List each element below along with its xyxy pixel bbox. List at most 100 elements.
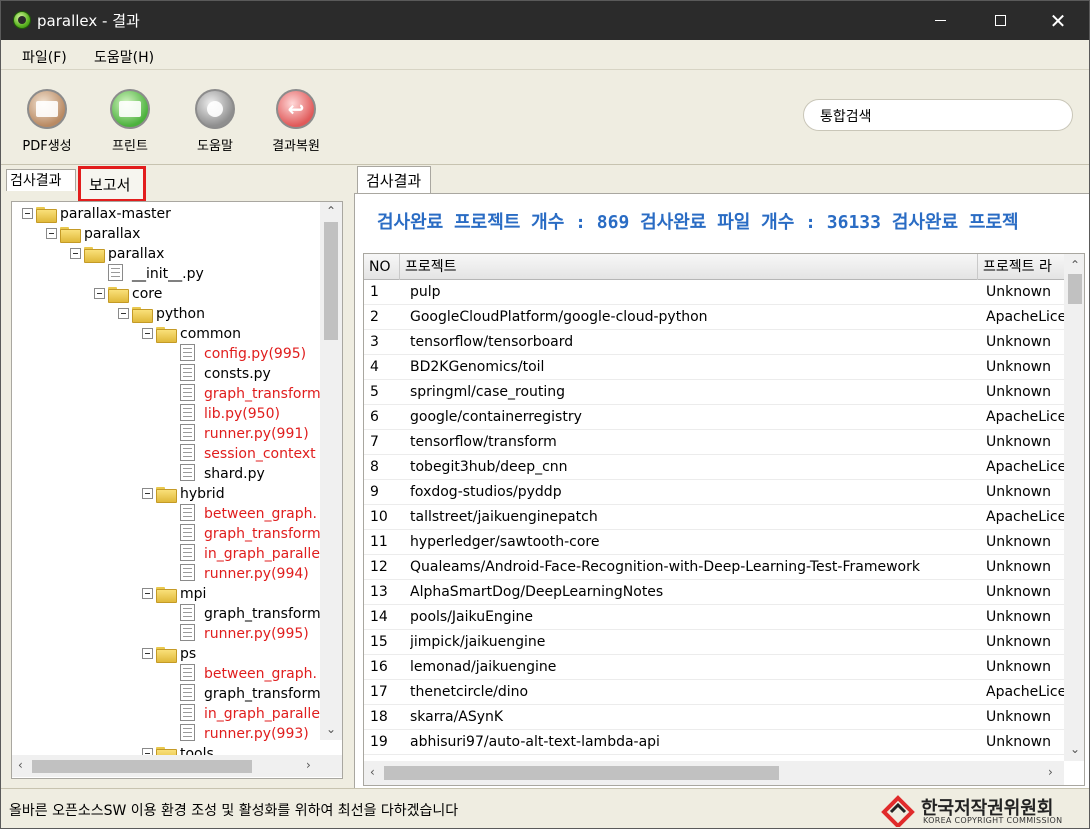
tree-file-node[interactable]: lib.py(950) <box>166 404 280 424</box>
table-row[interactable]: 14 pools/JaikuEngine Unknown <box>364 605 1064 630</box>
collapse-icon[interactable] <box>22 208 33 219</box>
tree-node-label: core <box>132 286 163 302</box>
tree-file-node[interactable]: between_graph. <box>166 504 317 524</box>
close-button[interactable]: ✕ <box>1035 1 1081 40</box>
table-row[interactable]: 2 GoogleCloudPlatform/google-cloud-python… <box>364 305 1064 330</box>
scroll-down-icon[interactable]: ⌄ <box>1070 742 1080 756</box>
scroll-right-icon[interactable]: › <box>1048 765 1053 779</box>
tree-vertical-thumb[interactable] <box>324 222 338 340</box>
tree-folder-node[interactable]: core <box>94 284 162 304</box>
collapse-icon[interactable] <box>142 588 153 599</box>
tree-file-node[interactable]: in_graph_paralle <box>166 704 320 724</box>
tree-vertical-scrollbar[interactable]: ⌃ ⌄ <box>320 202 342 740</box>
tree-file-node[interactable]: graph_transform <box>166 384 321 404</box>
table-vertical-thumb[interactable] <box>1068 274 1082 304</box>
collapse-icon[interactable] <box>142 328 153 339</box>
minimize-button[interactable] <box>917 1 963 40</box>
header-project[interactable]: 프로젝트 <box>400 254 978 280</box>
menu-help[interactable]: 도움말(H) <box>94 47 154 67</box>
table-horizontal-thumb[interactable] <box>384 766 779 780</box>
right-pane: 검사결과 검사완료 프로젝트 개수 : 869 검사완료 파일 개수 : 361… <box>351 166 1089 788</box>
table-row[interactable]: 10 tallstreet/jaikuenginepatch ApacheLicen… <box>364 505 1064 530</box>
table-row[interactable]: 15 jimpick/jaikuengine Unknown <box>364 630 1064 655</box>
table-vertical-scrollbar[interactable]: ⌃ ⌄ <box>1064 254 1084 761</box>
table-row[interactable]: 19 abhisuri97/auto-alt-text-lambda-api Unk… <box>364 730 1064 755</box>
collapse-icon[interactable] <box>142 488 153 499</box>
tree-file-node[interactable]: runner.py(994) <box>166 564 309 584</box>
tree-folder-node[interactable]: parallax <box>46 224 140 244</box>
folder-icon <box>60 225 81 243</box>
collapse-icon[interactable] <box>142 648 153 659</box>
tab-results[interactable]: 검사결과 <box>6 169 76 191</box>
row-project: tallstreet/jaikuenginepatch <box>410 509 598 525</box>
restore-button[interactable]: ↩ 결과복원 <box>256 89 336 155</box>
help-button[interactable]: 도움말 <box>175 89 255 155</box>
table-row[interactable]: 17 thenetcircle/dino ApacheLicense <box>364 680 1064 705</box>
scroll-up-icon[interactable]: ⌃ <box>326 204 336 218</box>
scroll-left-icon[interactable]: ‹ <box>18 758 23 772</box>
row-project: pulp <box>410 284 441 300</box>
file-icon <box>180 724 195 741</box>
table-row[interactable]: 8 tobegit3hub/deep_cnn ApacheLicense <box>364 455 1064 480</box>
tree-node-label: graph_transform <box>204 526 321 542</box>
folder-icon <box>132 305 153 323</box>
tree-horizontal-thumb[interactable] <box>32 760 252 773</box>
row-license: Unknown <box>986 709 1051 725</box>
table-row[interactable]: 18 skarra/ASynK Unknown <box>364 705 1064 730</box>
row-license: Unknown <box>986 334 1051 350</box>
tree-file-node[interactable]: graph_transform <box>166 524 321 544</box>
table-row[interactable]: 9 foxdog-studios/pyddp Unknown <box>364 480 1064 505</box>
print-button[interactable]: 프린트 <box>90 89 170 155</box>
menu-file[interactable]: 파일(F) <box>22 47 67 67</box>
row-project: skarra/ASynK <box>410 709 504 725</box>
collapse-icon[interactable] <box>46 228 57 239</box>
table-row[interactable]: 1 pulp Unknown <box>364 280 1064 305</box>
collapse-icon[interactable] <box>70 248 81 259</box>
tree-file-node[interactable]: consts.py <box>166 364 271 384</box>
table-row[interactable]: 13 AlphaSmartDog/DeepLearningNotes Unknown <box>364 580 1064 605</box>
tree-file-node[interactable]: in_graph_paralle <box>166 544 320 564</box>
table-row[interactable]: 6 google/containerregistry ApacheLicense <box>364 405 1064 430</box>
tree-file-node[interactable]: session_context <box>166 444 316 464</box>
table-row[interactable]: 16 lemonad/jaikuengine Unknown <box>364 655 1064 680</box>
scroll-right-icon[interactable]: › <box>306 758 311 772</box>
tree-file-node[interactable]: config.py(995) <box>166 344 306 364</box>
tab-scan-results[interactable]: 검사결과 <box>357 166 431 194</box>
tree-file-node[interactable]: runner.py(991) <box>166 424 309 444</box>
tree-folder-node[interactable]: python <box>118 304 205 324</box>
header-license[interactable]: 프로젝트 라 <box>978 254 1064 280</box>
scroll-up-icon[interactable]: ⌃ <box>1070 258 1080 272</box>
table-row[interactable]: 7 tensorflow/transform Unknown <box>364 430 1064 455</box>
collapse-icon[interactable] <box>118 308 129 319</box>
tree-file-node[interactable]: runner.py(993) <box>166 724 309 744</box>
tree-file-node[interactable]: runner.py(995) <box>166 624 309 644</box>
tree-folder-node[interactable]: hybrid <box>142 484 225 504</box>
tree-folder-node[interactable]: mpi <box>142 584 206 604</box>
tree-file-node[interactable]: __init__.py <box>94 264 204 284</box>
tree-file-node[interactable]: graph_transform <box>166 604 321 624</box>
header-no[interactable]: NO <box>364 254 400 280</box>
table-row[interactable]: 4 BD2KGenomics/toil Unknown <box>364 355 1064 380</box>
table-horizontal-scrollbar[interactable]: ‹ › <box>364 761 1064 785</box>
tab-report[interactable]: 보고서 <box>78 166 146 202</box>
scroll-left-icon[interactable]: ‹ <box>370 765 375 779</box>
maximize-button[interactable] <box>977 1 1023 40</box>
folder-icon <box>36 205 57 223</box>
tree-folder-node[interactable]: parallax-master <box>22 204 171 224</box>
table-row[interactable]: 5 springml/case_routing Unknown <box>364 380 1064 405</box>
tree-file-node[interactable]: shard.py <box>166 464 265 484</box>
table-row[interactable]: 11 hyperledger/sawtooth-core Unknown <box>364 530 1064 555</box>
tree-folder-node[interactable]: parallax <box>70 244 164 264</box>
tree-folder-node[interactable]: ps <box>142 644 196 664</box>
collapse-icon[interactable] <box>94 288 105 299</box>
pdf-button[interactable]: PDF생성 <box>7 89 87 155</box>
tree-file-node[interactable]: between_graph. <box>166 664 317 684</box>
table-row[interactable]: 3 tensorflow/tensorboard Unknown <box>364 330 1064 355</box>
pdf-label: PDF생성 <box>22 139 72 154</box>
scroll-down-icon[interactable]: ⌄ <box>326 722 336 736</box>
tree-file-node[interactable]: graph_transform <box>166 684 321 704</box>
table-row[interactable]: 12 Qualeams/Android-Face-Recognition-with… <box>364 555 1064 580</box>
tree-horizontal-scrollbar[interactable]: ‹ › <box>12 755 342 777</box>
search-input[interactable]: 통합검색 <box>803 99 1073 131</box>
tree-folder-node[interactable]: common <box>142 324 241 344</box>
